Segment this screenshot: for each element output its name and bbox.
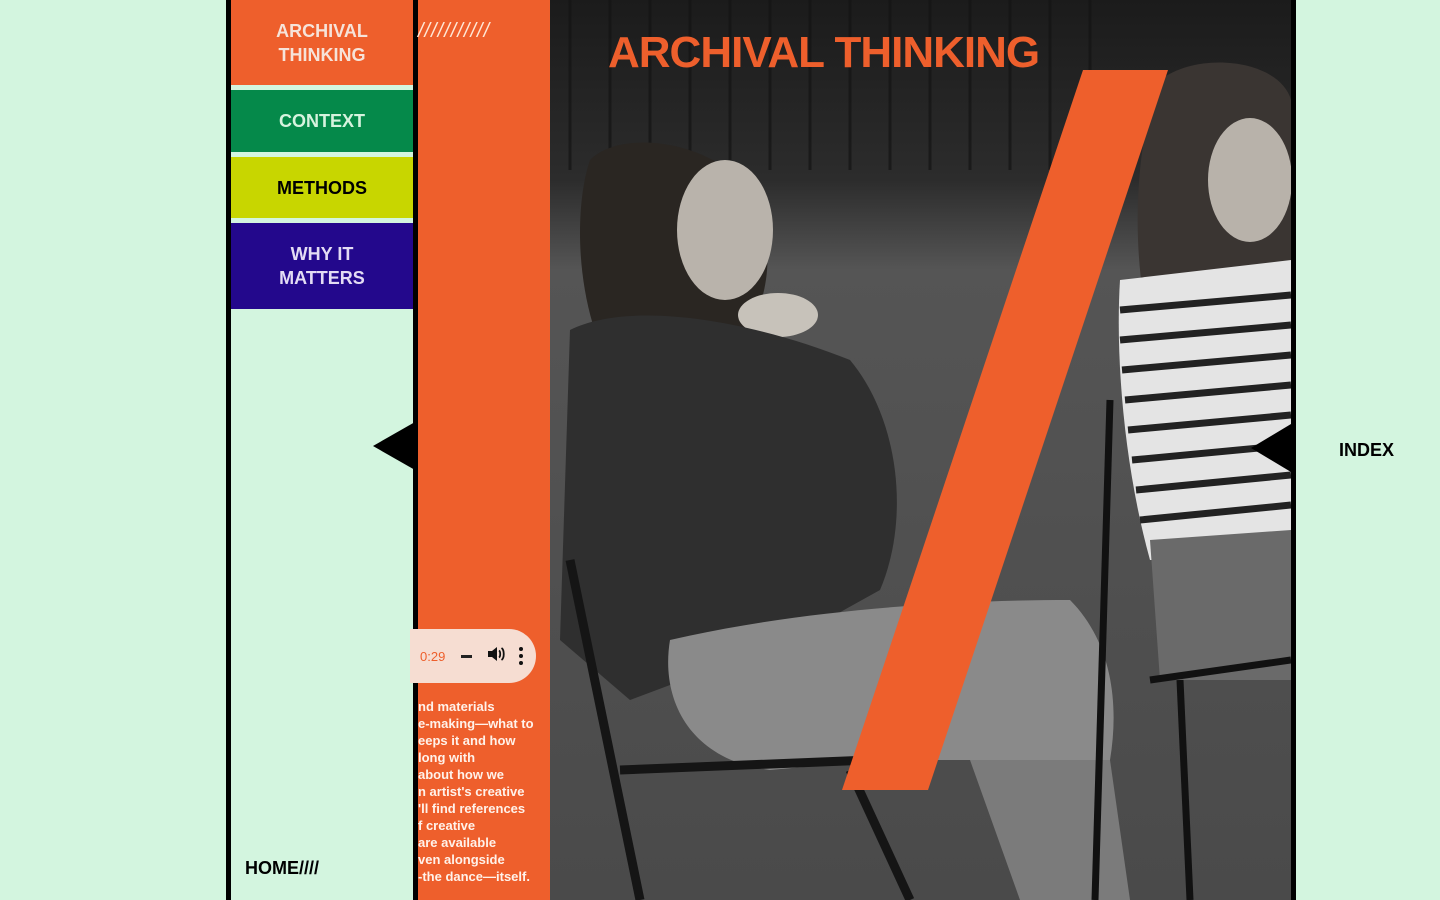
vault-wordmark-text: VAULT — [188, 0, 226, 855]
intro-text-line: long with — [418, 750, 476, 765]
home-link[interactable]: HOME//// — [245, 858, 319, 879]
intro-text-line: ven alongside — [418, 852, 505, 867]
more-vert-icon[interactable] — [519, 647, 524, 665]
slash-decoration: /////////// — [418, 20, 491, 42]
intro-text: nd materials e-making—what to eeps it and … — [418, 698, 550, 885]
audio-time: 0:29 — [420, 648, 446, 664]
nav-archival-thinking-button[interactable]: ARCHIVAL THINKING — [231, 0, 413, 85]
collapse-nav-arrow-icon[interactable] — [373, 422, 415, 470]
volume-icon[interactable] — [487, 646, 505, 667]
nav-methods-button[interactable]: METHODS — [231, 157, 413, 218]
intro-text-line: -the dance—itself. — [418, 869, 530, 884]
intro-text-line: eeps it and how — [418, 733, 516, 748]
nav-context-button[interactable]: CONTEXT — [231, 90, 413, 152]
hero-photo — [550, 0, 1291, 900]
intro-text-line: n artist's creative — [418, 784, 525, 799]
vault-logo: VAULT — [0, 0, 226, 900]
nav-why-it-matters-label: WHY IT MATTERS — [279, 244, 365, 288]
intro-text-line: f creative — [418, 818, 476, 833]
right-divider — [1291, 0, 1296, 900]
index-link[interactable]: INDEX — [1339, 440, 1394, 461]
intro-text-line: about how we — [418, 767, 504, 782]
intro-text-line: are available — [418, 835, 497, 850]
audio-player[interactable]: 0:29 — [410, 629, 536, 683]
intro-text-line: e-making—what to — [418, 716, 534, 731]
nav-methods-label: METHODS — [277, 177, 367, 198]
nav-context-label: CONTEXT — [278, 111, 365, 131]
nav-archival-thinking-label: ARCHIVAL THINKING — [276, 20, 368, 65]
minus-icon[interactable] — [461, 654, 473, 658]
intro-text-line: 'll find references — [418, 801, 526, 816]
intro-text-line: nd materials — [418, 699, 495, 714]
index-arrow-icon[interactable] — [1251, 424, 1291, 472]
nav-why-it-matters-button[interactable]: WHY IT MATTERS — [231, 223, 413, 309]
page-title: ARCHIVAL THINKING — [608, 28, 1040, 77]
